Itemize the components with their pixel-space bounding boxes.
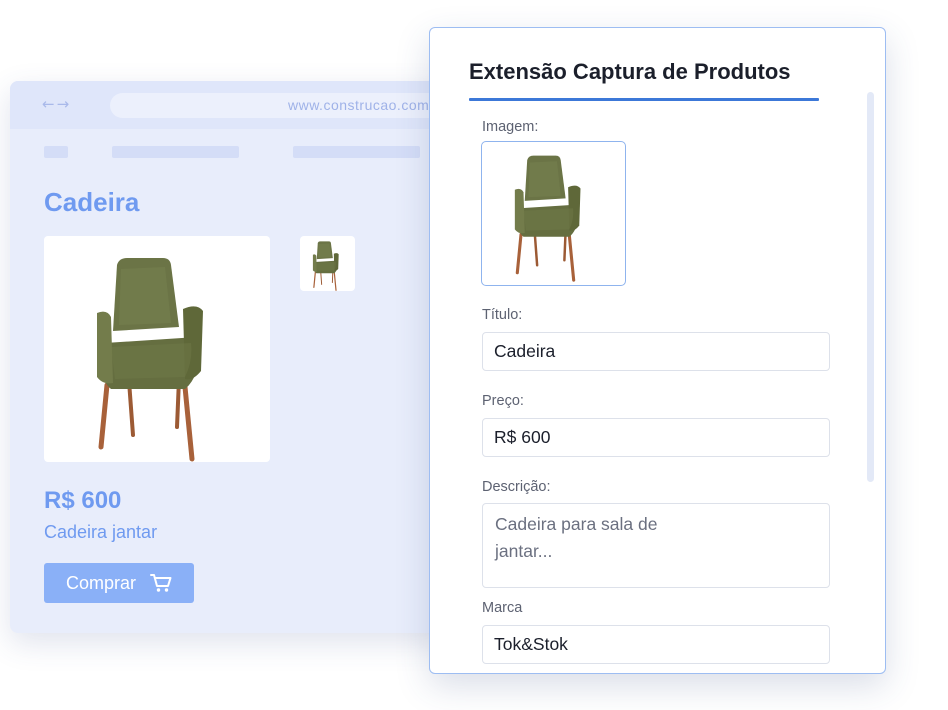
browser-window: ←→ www.construcao.com Cadeira R$ 600 Cad… (10, 81, 450, 633)
buy-button[interactable]: Comprar (44, 563, 194, 603)
product-image[interactable] (44, 236, 270, 462)
nav-placeholder (293, 146, 420, 158)
title-input[interactable] (482, 332, 830, 371)
product-price: R$ 600 (44, 487, 122, 514)
product-thumbnail[interactable] (300, 236, 355, 291)
address-bar[interactable]: www.construcao.com (110, 93, 450, 118)
description-label: Descrição: (482, 479, 551, 495)
nav-placeholder (44, 146, 68, 158)
price-label: Preço: (482, 393, 524, 409)
nav-placeholder (112, 146, 239, 158)
extension-panel: Extensão Captura de Produtos Imagem: Tít… (429, 27, 886, 674)
price-input[interactable] (482, 418, 830, 457)
brand-label: Marca (482, 600, 523, 616)
title-label: Título: (482, 307, 523, 323)
buy-button-label: Comprar (65, 572, 136, 593)
product-subtitle: Cadeira jantar (44, 522, 158, 542)
captured-image[interactable] (481, 141, 626, 286)
browser-toolbar: ←→ www.construcao.com (10, 81, 450, 129)
product-title: Cadeira (44, 187, 140, 217)
title-underline (469, 98, 819, 101)
shopping-cart-icon (150, 574, 172, 592)
panel-title: Extensão Captura de Produtos (469, 59, 791, 84)
brand-input[interactable] (482, 625, 830, 664)
back-forward-arrows-icon[interactable]: ←→ (42, 95, 71, 113)
description-textarea[interactable]: Cadeira para sala de jantar... (482, 503, 830, 588)
chair-thumbnail-image (312, 240, 340, 291)
url-text: www.construcao.com (288, 97, 430, 113)
chair-image (44, 236, 270, 462)
stage: ←→ www.construcao.com Cadeira R$ 600 Cad… (0, 0, 948, 710)
image-label: Imagem: (482, 119, 539, 135)
chair-image (513, 154, 583, 282)
scrollbar[interactable] (867, 92, 874, 482)
